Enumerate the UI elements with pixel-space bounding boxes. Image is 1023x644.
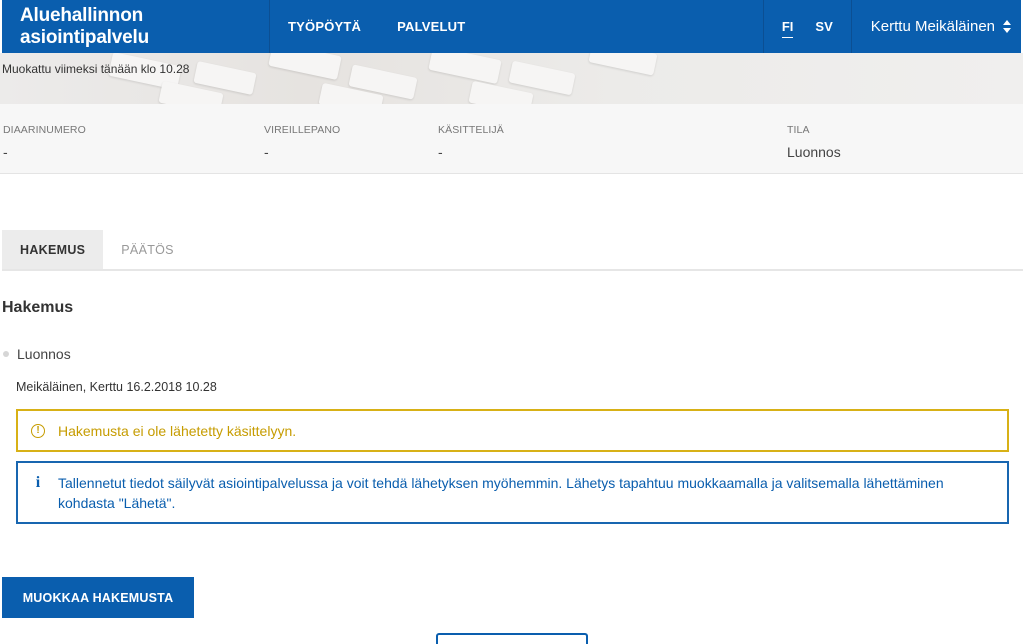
info-value: Luonnos [787,144,841,160]
info-icon: i [35,474,41,491]
edit-application-button[interactable]: MUOKKAA HAKEMUSTA [2,577,194,618]
tab-paatos[interactable]: PÄÄTÖS [103,230,192,269]
status-text: Luonnos [17,346,71,362]
section-title: Hakemus [2,299,74,316]
language-switcher: FI SV [762,0,851,53]
keyboard-key-decoration [268,53,342,81]
sort-arrows-icon [1003,20,1011,33]
info-label: VIREILLEPANO [264,124,341,136]
user-name: Kerttu Meikäläinen [870,18,995,35]
tab-bar: HAKEMUS PÄÄTÖS [2,230,1023,271]
info-pending: VIREILLEPANO - [264,124,340,160]
nav-item-tyopoyta[interactable]: TYÖPÖYTÄ [270,0,379,53]
info-label: DIAARINUMERO [3,124,86,136]
tab-hakemus[interactable]: HAKEMUS [2,230,104,269]
language-sv[interactable]: SV [804,0,843,53]
keyboard-key-decoration [428,53,502,85]
info-value: - [3,144,8,160]
last-modified-text: Muokattu viimeksi tänään klo 10.28 [2,62,190,76]
user-menu[interactable]: Kerttu Meikäläinen [850,0,1021,53]
status-list-item: Luonnos [3,346,71,362]
info-label: KÄSITTELIJÄ [438,124,504,136]
bullet-dot-icon [3,351,9,357]
warning-icon: ! [31,423,45,438]
info-value: - [438,144,443,160]
info-diary-number: DIAARINUMERO - [3,124,86,160]
app-title[interactable]: Aluehallinnon asiointipalvelu [2,0,270,53]
info-state: TILA Luonnos [787,124,841,160]
warning-alert-text: Hakemusta ei ole lähetetty käsittelyyn. [58,422,297,439]
top-navigation-bar: Aluehallinnon asiointipalvelu TYÖPÖYTÄ P… [2,0,1021,53]
info-handler: KÄSITTELIJÄ - [438,124,504,160]
application-info-row: DIAARINUMERO - VIREILLEPANO - KÄSITTELIJ… [0,104,1023,174]
nav-item-palvelut[interactable]: PALVELUT [379,0,483,53]
info-label: TILA [787,124,810,136]
secondary-button[interactable] [436,633,588,644]
info-alert: i Tallennetut tiedot säilyvät asiointipa… [16,461,1009,524]
info-value: - [264,144,269,160]
author-timestamp: Meikäläinen, Kerttu 16.2.2018 10.28 [16,380,217,394]
warning-alert: ! Hakemusta ei ole lähetetty käsittelyyn… [16,409,1009,452]
hero-banner [0,53,1023,104]
language-fi[interactable]: FI [771,0,805,53]
info-alert-text: Tallennetut tiedot säilyvät asiointipalv… [58,475,944,511]
keyboard-key-decoration [588,53,658,76]
